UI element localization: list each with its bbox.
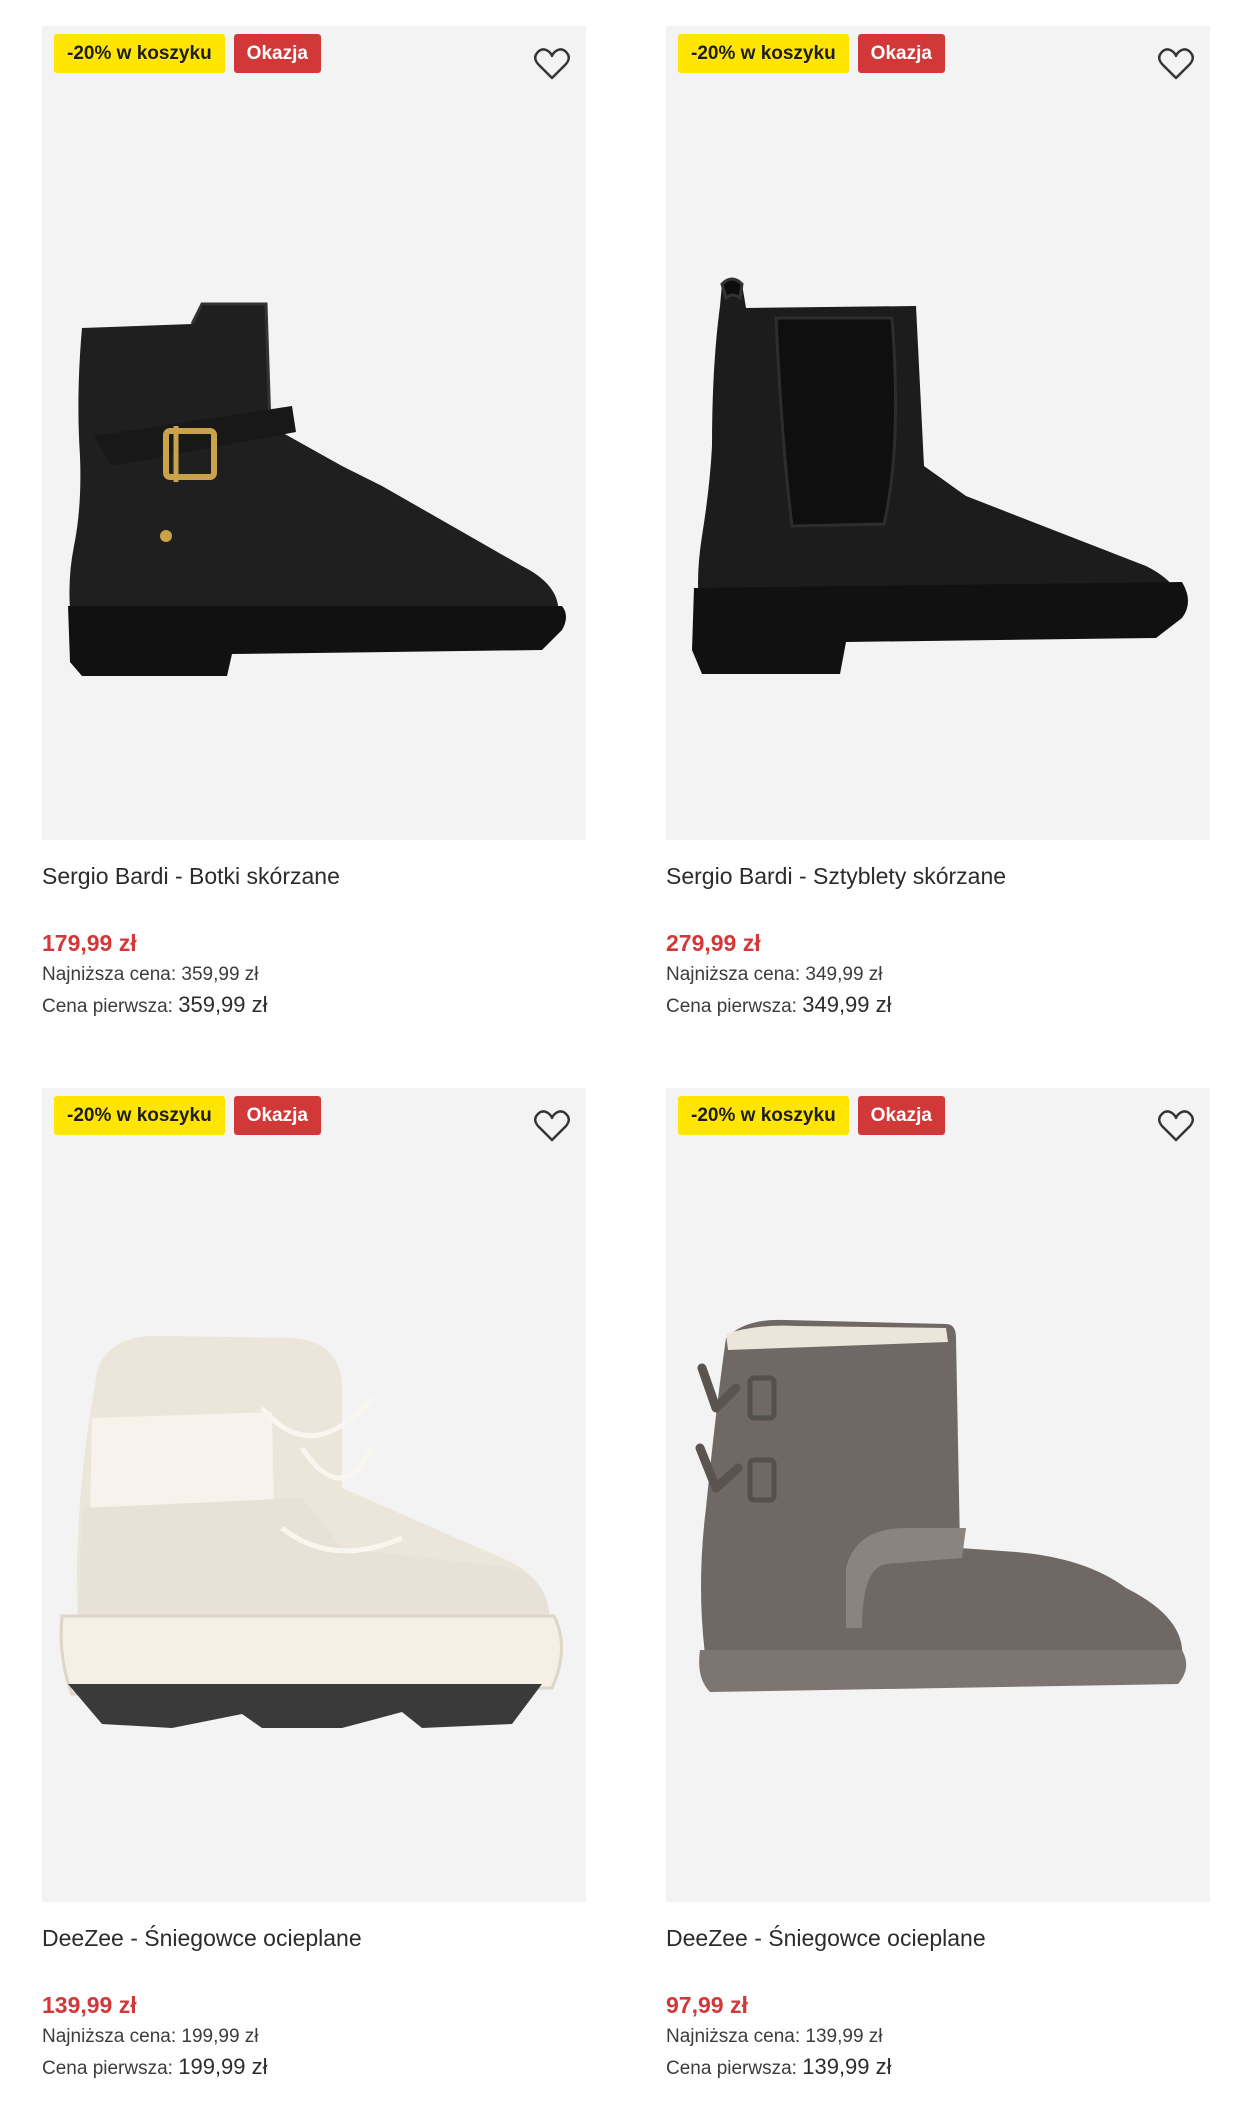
lowest-price-value: 199,99 zł [181, 2026, 259, 2047]
lowest-price-value: 139,99 zł [805, 2026, 883, 2047]
promo-badge: -20% w koszyku [678, 34, 849, 73]
product-card[interactable]: -20% w koszyku Okazja DeeZee - Śniegowce… [666, 1088, 1210, 2082]
first-price-label: Cena pierwsza: [42, 2058, 173, 2079]
product-image[interactable]: -20% w koszyku Okazja [666, 1088, 1210, 1902]
product-title[interactable]: DeeZee - Śniegowce ocieplane [666, 1918, 1210, 1958]
first-price-value: 139,99 zł [802, 2054, 892, 2079]
product-title[interactable]: DeeZee - Śniegowce ocieplane [42, 1918, 586, 1958]
lowest-price-row: Najniższa cena: 359,99 zł [42, 960, 586, 990]
lowest-price-label: Najniższa cena: [42, 2026, 177, 2047]
product-card[interactable]: -20% w koszyku Okazja Sergio Bardi - Szt… [666, 26, 1210, 1020]
first-price-label: Cena pierwsza: [666, 996, 797, 1017]
first-price-value: 349,99 zł [802, 992, 892, 1017]
product-price: 97,99 zł [666, 1992, 748, 2018]
heart-icon[interactable] [1156, 44, 1196, 84]
lowest-price-row: Najniższa cena: 139,99 zł [666, 2022, 1210, 2052]
product-image[interactable]: -20% w koszyku Okazja [666, 26, 1210, 840]
black-ankle-boot-image [68, 302, 566, 676]
promo-badge: -20% w koszyku [54, 34, 225, 73]
deal-badge: Okazja [857, 34, 945, 73]
first-price-row: Cena pierwsza: 349,99 zł [666, 990, 1210, 1020]
deal-badge: Okazja [857, 1096, 945, 1135]
deal-badge: Okazja [233, 1096, 321, 1135]
first-price-label: Cena pierwsza: [42, 996, 173, 1017]
first-price-row: Cena pierwsza: 139,99 zł [666, 2052, 1210, 2082]
first-price-value: 199,99 zł [178, 2054, 268, 2079]
lowest-price-value: 349,99 zł [805, 964, 883, 985]
product-image[interactable]: -20% w koszyku Okazja [42, 26, 586, 840]
lowest-price-value: 359,99 zł [181, 964, 259, 985]
product-card[interactable]: -20% w koszyku Okazja Sergio Bardi - Bot… [42, 26, 586, 1020]
promo-badge: -20% w koszyku [678, 1096, 849, 1135]
lowest-price-label: Najniższa cena: [42, 964, 177, 985]
first-price-label: Cena pierwsza: [666, 2058, 797, 2079]
first-price-row: Cena pierwsza: 359,99 zł [42, 990, 586, 1020]
product-price: 179,99 zł [42, 930, 137, 956]
lowest-price-row: Najniższa cena: 349,99 zł [666, 960, 1210, 990]
lowest-price-row: Najniższa cena: 199,99 zł [42, 2022, 586, 2052]
deal-badge: Okazja [233, 34, 321, 73]
cream-snow-boot-image [59, 1335, 564, 1728]
first-price-row: Cena pierwsza: 199,99 zł [42, 2052, 586, 2082]
product-title[interactable]: Sergio Bardi - Botki skórzane [42, 856, 586, 896]
heart-icon[interactable] [532, 1106, 572, 1146]
product-title[interactable]: Sergio Bardi - Sztyblety skórzane [666, 856, 1210, 896]
product-card[interactable]: -20% w koszyku Okazja DeeZee - Śniegowce… [42, 1088, 586, 2082]
first-price-value: 359,99 zł [178, 992, 268, 1017]
black-chelsea-boot-image [692, 277, 1188, 674]
lowest-price-label: Najniższa cena: [666, 964, 801, 985]
grey-snow-boot-image [695, 1319, 1187, 1692]
promo-badge: -20% w koszyku [54, 1096, 225, 1135]
lowest-price-label: Najniższa cena: [666, 2026, 801, 2047]
product-price: 279,99 zł [666, 930, 761, 956]
heart-icon[interactable] [1156, 1106, 1196, 1146]
heart-icon[interactable] [532, 44, 572, 84]
product-image[interactable]: -20% w koszyku Okazja [42, 1088, 586, 1902]
product-price: 139,99 zł [42, 1992, 137, 2018]
